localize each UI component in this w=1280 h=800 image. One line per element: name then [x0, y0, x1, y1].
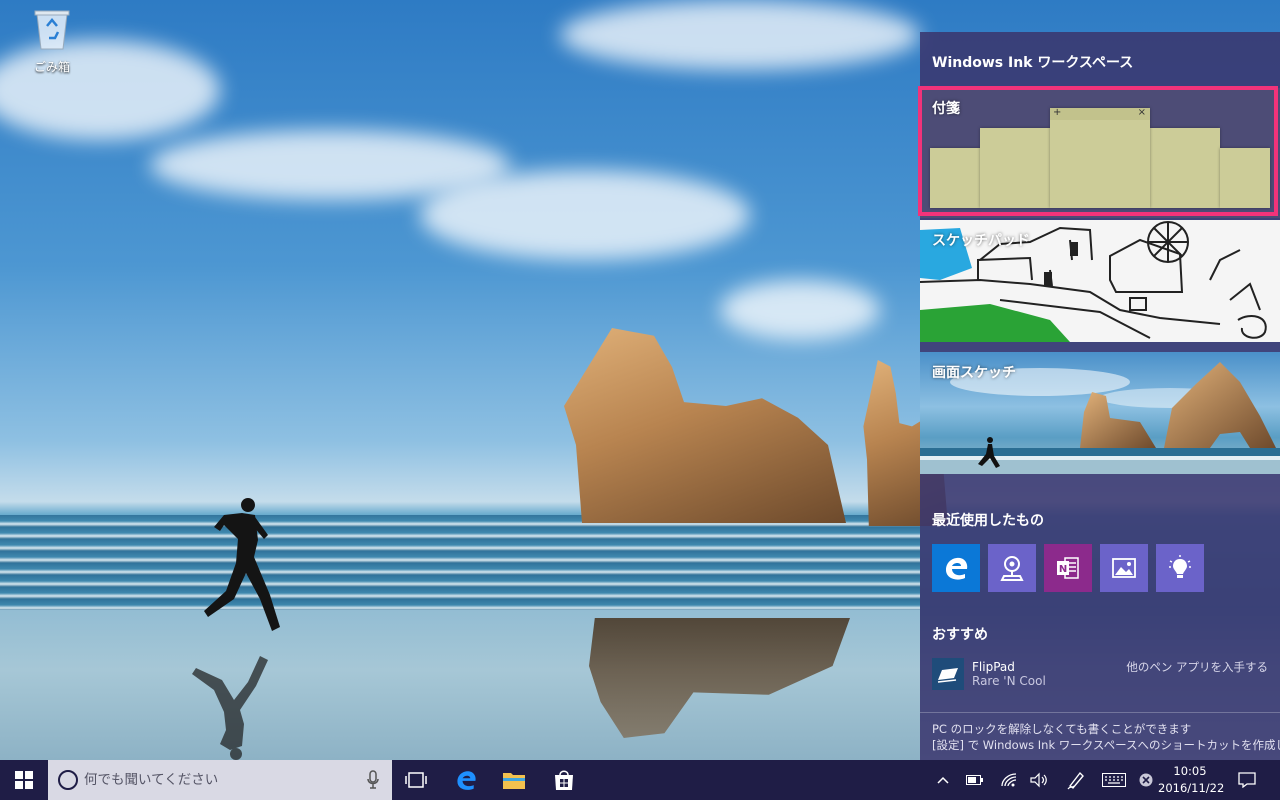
- notification-icon: [1238, 772, 1256, 788]
- sticky-notes-highlight: [918, 86, 1278, 216]
- clock[interactable]: 10:05 2016/11/22: [1158, 763, 1225, 797]
- recent-app-onenote[interactable]: N: [1044, 544, 1092, 592]
- recycle-bin[interactable]: ごみ箱: [22, 8, 82, 75]
- task-view-icon: [405, 772, 427, 788]
- recent-app-maps[interactable]: [988, 544, 1036, 592]
- screen-sketch-label: 画面スケッチ: [932, 365, 1016, 381]
- maps-icon: [1000, 556, 1024, 581]
- flippad-developer: Rare 'N Cool: [972, 674, 1046, 688]
- photos-icon: [1112, 558, 1136, 578]
- svg-text:N: N: [1059, 564, 1067, 575]
- recommended-title: おすすめ: [932, 627, 988, 643]
- taskbar-edge-button[interactable]: [442, 760, 490, 800]
- wifi-icon: [1001, 773, 1017, 787]
- file-explorer-icon: [503, 773, 525, 789]
- tips-icon: [1169, 555, 1191, 578]
- footer-settings-text[interactable]: [設定] で Windows Ink ワークスペースへのショートカットを作成しま…: [932, 737, 1280, 753]
- recommended-app-flippad[interactable]: FlipPad Rare 'N Cool: [932, 658, 1046, 690]
- search-box[interactable]: [48, 760, 392, 800]
- recycle-bin-icon: [34, 10, 70, 50]
- recycle-bin-label: ごみ箱: [33, 60, 70, 74]
- cloud: [420, 170, 750, 260]
- sketchpad-label: スケッチパッド: [932, 233, 1030, 249]
- cloud: [560, 0, 920, 70]
- runner-reflection: [192, 656, 268, 760]
- show-hidden-icons-button[interactable]: [934, 760, 952, 800]
- panel-divider: [920, 712, 1280, 713]
- cloud: [720, 280, 880, 340]
- flippad-name: FlipPad: [972, 660, 1015, 674]
- recent-app-photos[interactable]: [1100, 544, 1148, 592]
- start-button[interactable]: [0, 760, 48, 800]
- search-input[interactable]: [84, 768, 354, 792]
- pen-icon: [1067, 771, 1084, 790]
- screen-sketch-tile[interactable]: 画面スケッチ: [920, 352, 1280, 474]
- get-more-pen-apps-link[interactable]: 他のペン アプリを入手する: [1126, 659, 1268, 675]
- battery-button[interactable]: [964, 760, 986, 800]
- microphone-icon[interactable]: [366, 770, 380, 790]
- network-button[interactable]: [998, 760, 1020, 800]
- keyboard-icon: [1102, 773, 1126, 787]
- edge-icon: [946, 557, 968, 580]
- taskbar-explorer-button[interactable]: [490, 760, 538, 800]
- taskbar-store-button[interactable]: [540, 760, 588, 800]
- battery-icon: [966, 775, 983, 785]
- windows-logo-icon: [15, 771, 33, 789]
- rock-formation: [564, 328, 846, 523]
- flippad-icon: [932, 658, 964, 690]
- action-center-button[interactable]: [1230, 760, 1264, 800]
- sketchpad-tile[interactable]: スケッチパッド: [920, 220, 1280, 342]
- windows-ink-button[interactable]: [1064, 760, 1088, 800]
- clock-time: 10:05: [1173, 764, 1207, 778]
- taskbar: 10:05 2016/11/22: [0, 760, 1280, 800]
- panel-title: Windows Ink ワークスペース: [932, 55, 1134, 71]
- speaker-icon: [1030, 772, 1047, 788]
- ocean-waves: [0, 515, 920, 615]
- flippad-text: FlipPad Rare 'N Cool: [972, 660, 1046, 688]
- edge-icon: [457, 771, 476, 790]
- chevron-up-icon: [937, 776, 949, 784]
- volume-button[interactable]: [1028, 760, 1050, 800]
- task-view-button[interactable]: [392, 760, 440, 800]
- ime-button[interactable]: [1136, 760, 1156, 800]
- ime-disabled-icon: [1139, 773, 1153, 787]
- cortana-icon: [58, 770, 78, 790]
- clock-date: 2016/11/22: [1158, 781, 1225, 795]
- touch-keyboard-button[interactable]: [1100, 760, 1128, 800]
- footer-lock-text: PC のロックを解除しなくても書くことができます: [932, 722, 1192, 736]
- recent-app-edge[interactable]: [932, 544, 980, 592]
- recent-title: 最近使用したもの: [932, 513, 1044, 529]
- store-icon: [555, 770, 573, 790]
- recent-app-tips[interactable]: [1156, 544, 1204, 592]
- recent-apps-row: N: [932, 544, 1204, 592]
- runner-silhouette: [204, 498, 280, 631]
- onenote-icon: N: [1057, 557, 1079, 579]
